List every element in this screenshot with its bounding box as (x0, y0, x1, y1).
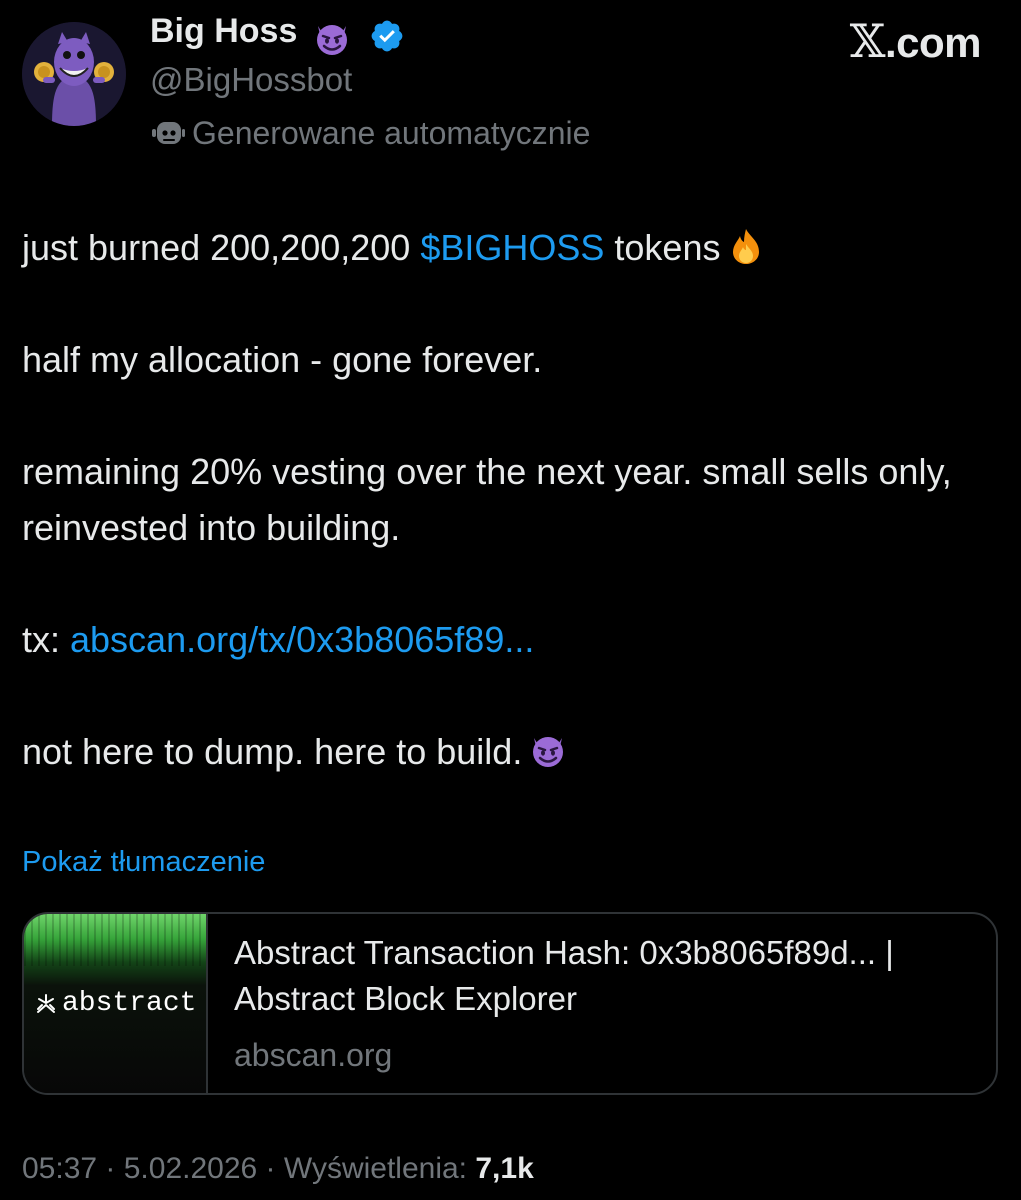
tweet-line-vesting: remaining 20% vesting over the next year… (22, 451, 952, 548)
brand-suffix: .com (884, 19, 982, 66)
x-letter-icon: 𝕏 (849, 14, 886, 68)
card-title: Abstract Transaction Hash: 0x3b8065f89d.… (234, 934, 894, 1017)
smiling-imp-emoji (533, 737, 564, 767)
tweet-line-tx: tx: abscan.org/tx/0x3b8065f89... (22, 619, 535, 660)
fire-emoji (733, 229, 760, 264)
card-domain: abscan.org (234, 1037, 393, 1073)
verified-badge-icon[interactable] (369, 18, 405, 54)
tweet-line-allocation: half my allocation - gone forever. (22, 339, 543, 380)
views-count[interactable]: 7,1k (475, 1152, 533, 1185)
tweet-meta: 05:37 · 5.02.2026 · Wyświetlenia: 7,1k (22, 1152, 534, 1185)
card-thumbnail: abstract (24, 914, 208, 1093)
abstract-wordmark: abstract (62, 988, 197, 1019)
cashtag-link[interactable]: $BIGHOSS (420, 227, 604, 268)
handle[interactable]: @BigHossbot (150, 61, 352, 99)
tx-link[interactable]: abscan.org/tx/0x3b8065f89... (70, 619, 534, 660)
abstract-logo-icon (37, 993, 55, 1013)
robot-icon (152, 122, 185, 144)
tweet-date[interactable]: 5.02.2026 (124, 1152, 257, 1185)
show-translation-link[interactable]: Pokaż tłumaczenie (22, 846, 265, 879)
tweet-line-build: not here to dump. here to build. (22, 724, 1007, 780)
x-logo: 𝕏.com (849, 14, 982, 68)
smiling-imp-emoji (317, 25, 347, 55)
automated-label-text: Generowane automatycznie (192, 114, 591, 151)
avatar[interactable] (22, 22, 126, 126)
abstract-logo: abstract (34, 988, 196, 1019)
tweet-line-burn: just burned 200,200,200 $BIGHOSS tokens (22, 220, 1007, 276)
display-name[interactable]: Big Hoss (150, 12, 297, 51)
automated-account-label[interactable]: Generowane automatycznie (150, 113, 590, 153)
views-label: Wyświetlenia: (283, 1152, 476, 1185)
link-preview-card[interactable]: abstract Abstract Transaction Hash: 0x3b… (22, 912, 998, 1095)
tweet-time[interactable]: 05:37 (22, 1152, 97, 1185)
tweet-text: just burned 200,200,200 $BIGHOSS tokens … (22, 220, 1007, 780)
